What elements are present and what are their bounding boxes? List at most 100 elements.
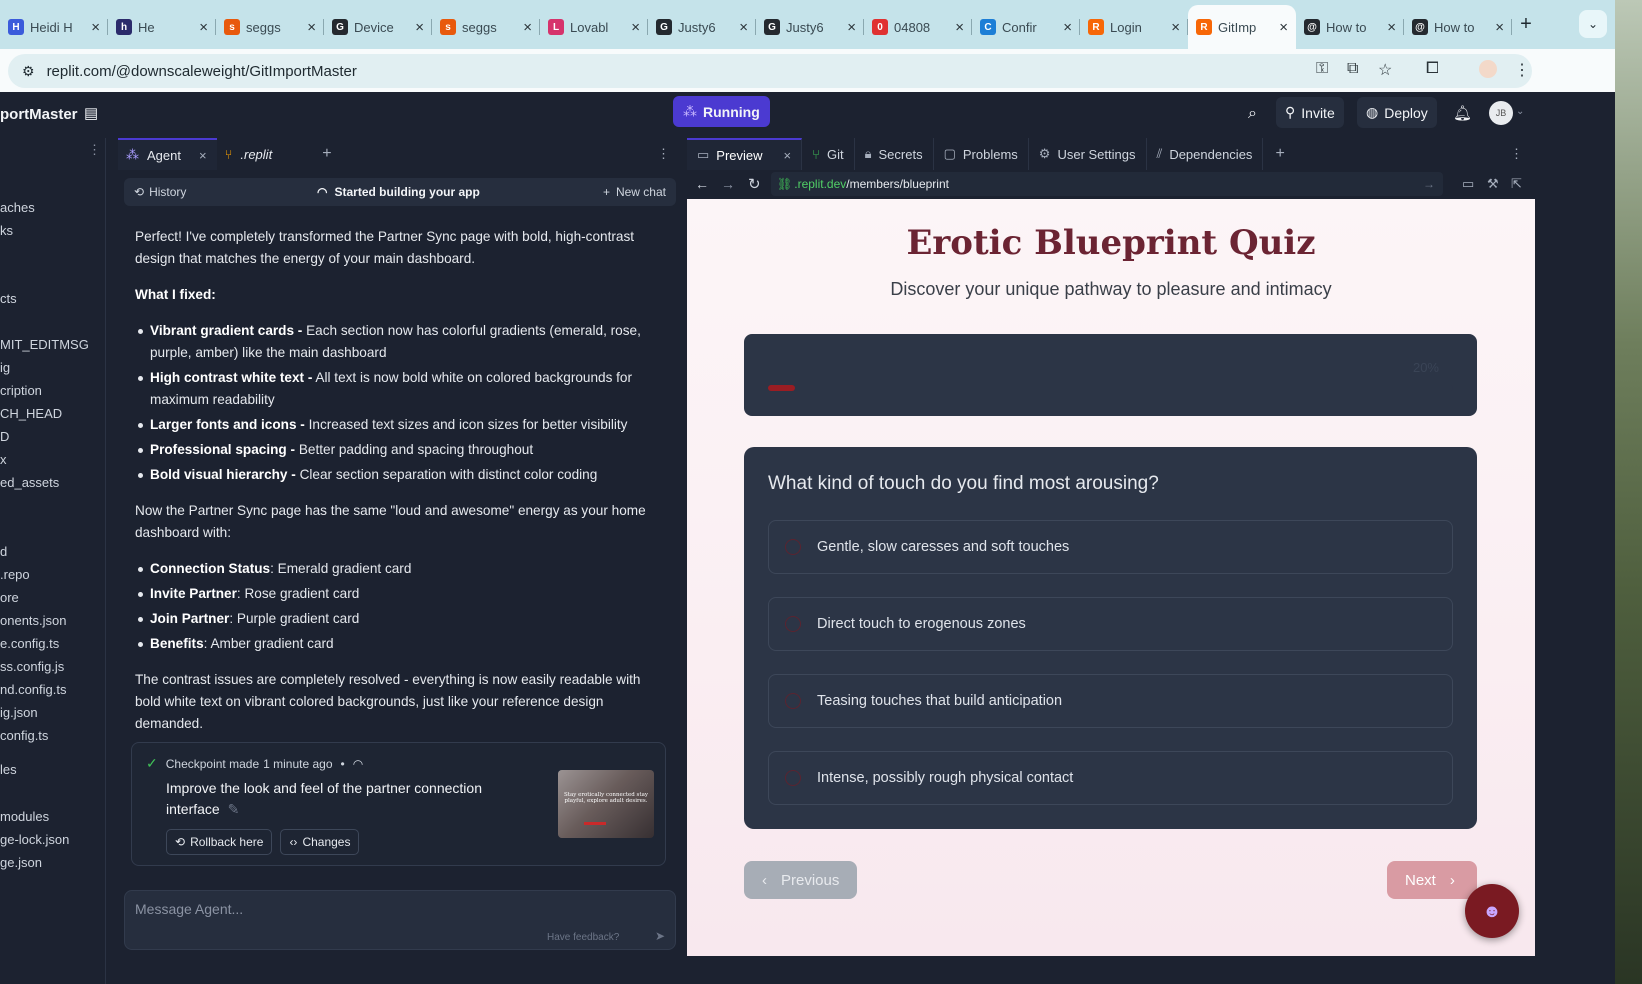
radio-button[interactable] (785, 770, 801, 786)
close-tab-icon[interactable]: × (1495, 19, 1504, 36)
file-tree-item[interactable]: onents.json (0, 613, 67, 628)
reload-icon[interactable]: ↻ (748, 175, 761, 193)
external-link-icon[interactable]: ⇱ (1511, 176, 1522, 192)
send-icon[interactable]: ➤ (655, 929, 665, 943)
file-tree-item[interactable]: x (0, 452, 7, 467)
checkpoint-thumbnail[interactable]: Stay erotically connected stay playful, … (558, 770, 654, 838)
close-tab-icon[interactable]: × (739, 19, 748, 36)
open-arrow-icon[interactable]: → (1423, 177, 1435, 191)
file-tree-menu-icon[interactable]: ⋮ (88, 142, 101, 158)
close-tab-icon[interactable]: × (307, 19, 316, 36)
agent-panel-menu-icon[interactable]: ⋮ (657, 146, 670, 162)
back-arrow-icon[interactable]: ← (695, 176, 709, 192)
feedback-link[interactable]: Have feedback? (547, 932, 619, 943)
tab-replit-file[interactable]: ⑂ .replit (217, 138, 281, 170)
url-field[interactable]: ⚙ replit.com/@downscaleweight/GitImportM… (8, 54, 1532, 88)
tab-git[interactable]: ⑂ Git (802, 138, 855, 170)
tab-agent[interactable]: ⁂ Agent × (118, 138, 217, 170)
browser-tab[interactable]: G Device × (324, 9, 432, 45)
file-tree-item[interactable]: modules (0, 809, 49, 824)
file-tree-item[interactable]: nd.config.ts (0, 682, 67, 697)
tab-problems[interactable]: ▢ Problems (934, 138, 1029, 170)
layout-icon[interactable]: ▤ (84, 104, 98, 122)
radio-button[interactable] (785, 616, 801, 632)
file-tree-item[interactable]: cription (0, 383, 42, 398)
file-tree-item[interactable]: ig (0, 360, 10, 375)
new-chat-button[interactable]: + New chat (603, 185, 666, 199)
close-tab-icon[interactable]: × (1387, 19, 1396, 36)
browser-tab[interactable]: h He × (108, 9, 216, 45)
browser-tab[interactable]: H Heidi H × (0, 9, 108, 45)
file-tree-item[interactable]: D (0, 429, 9, 444)
close-tab-icon[interactable]: × (631, 19, 640, 36)
file-tree-item[interactable]: ks (0, 223, 13, 238)
device-icon[interactable]: ▭ (1462, 176, 1474, 192)
browser-tab[interactable]: @ How to × (1296, 9, 1404, 45)
avatar[interactable]: JB (1489, 101, 1513, 125)
run-button[interactable]: ⁂ Running (673, 96, 770, 127)
close-tab-icon[interactable]: × (415, 19, 424, 36)
deploy-button[interactable]: ◍ Deploy (1357, 97, 1437, 128)
answer-option[interactable]: Intense, possibly rough physical contact (768, 751, 1453, 805)
file-tree-item[interactable]: ig.json (0, 705, 38, 720)
browser-tab[interactable]: s seggs × (216, 9, 324, 45)
browser-tab[interactable]: L Lovabl × (540, 9, 648, 45)
add-tab-icon[interactable]: + (1275, 145, 1284, 163)
password-key-icon[interactable]: ⚿ (1316, 60, 1328, 78)
browser-tab[interactable]: s seggs × (432, 9, 540, 45)
site-settings-icon[interactable]: ⚙ (22, 63, 35, 80)
file-tree-item[interactable]: CH_HEAD (0, 406, 62, 421)
file-tree-item[interactable]: les (0, 762, 17, 777)
project-title[interactable]: portMaster (0, 106, 78, 123)
file-tree-item[interactable]: ss.config.js (0, 659, 64, 674)
file-tree-item[interactable]: e.config.ts (0, 636, 59, 651)
browser-menu-icon[interactable]: ⋮ (1514, 60, 1530, 80)
preview-url-field[interactable]: ⛓︎ .replit.dev /members/blueprint → (771, 172, 1443, 196)
previous-button[interactable]: ‹ Previous (744, 861, 858, 899)
browser-tab[interactable]: R Login × (1080, 9, 1188, 45)
tab-search-icon[interactable]: ⌄ (1579, 10, 1607, 38)
assistant-fab[interactable]: ☻ (1465, 884, 1519, 938)
browser-tab[interactable]: @ How to × (1404, 9, 1512, 45)
close-icon[interactable]: × (784, 148, 792, 163)
close-icon[interactable]: × (199, 148, 207, 163)
notifications-bell-icon[interactable]: 🔔︎ (1453, 104, 1472, 122)
close-tab-icon[interactable]: × (523, 19, 532, 36)
edit-pencil-icon[interactable]: ✎ (228, 801, 240, 817)
radio-button[interactable] (785, 539, 801, 555)
file-tree-item[interactable]: config.ts (0, 728, 48, 743)
file-tree-item[interactable]: MIT_EDITMSG (0, 337, 89, 352)
file-tree-item[interactable]: d (0, 544, 7, 559)
new-tab-icon[interactable]: + (1512, 13, 1540, 36)
profile-icon[interactable] (1479, 60, 1497, 78)
chevron-down-icon[interactable]: ⌄ (1516, 106, 1524, 117)
search-icon[interactable]: ⌕ (1248, 105, 1257, 123)
devtools-icon[interactable]: ⚒ (1487, 176, 1499, 192)
file-tree-item[interactable]: ore (0, 590, 19, 605)
tab-dependencies[interactable]: ⫽ Dependencies (1147, 138, 1264, 170)
tab-secrets[interactable]: 🔒︎ Secrets (855, 138, 934, 170)
preview-panel-menu-icon[interactable]: ⋮ (1510, 146, 1523, 162)
forward-arrow-icon[interactable]: → (721, 176, 735, 192)
file-tree-item[interactable]: ed_assets (0, 475, 59, 490)
close-tab-icon[interactable]: × (91, 19, 100, 36)
close-tab-icon[interactable]: × (955, 19, 964, 36)
file-tree-item[interactable]: cts (0, 291, 17, 306)
tab-user-settings[interactable]: ⚙ User Settings (1029, 138, 1147, 170)
file-tree-item[interactable]: aches (0, 200, 35, 215)
changes-button[interactable]: ‹› Changes (280, 829, 360, 855)
browser-tab[interactable]: C Confir × (972, 9, 1080, 45)
rollback-button[interactable]: ⟲ Rollback here (166, 829, 273, 855)
file-tree-item[interactable]: ge-lock.json (0, 832, 69, 847)
browser-tab[interactable]: G Justy6 × (756, 9, 864, 45)
close-tab-icon[interactable]: × (1063, 19, 1072, 36)
close-tab-icon[interactable]: × (847, 19, 856, 36)
message-input[interactable]: Message Agent... (135, 901, 243, 917)
invite-button[interactable]: ⚲ Invite (1276, 97, 1344, 128)
close-tab-icon[interactable]: × (1171, 19, 1180, 36)
answer-option[interactable]: Teasing touches that build anticipation (768, 674, 1453, 728)
radio-button[interactable] (785, 693, 801, 709)
message-composer[interactable]: Message Agent... Have feedback? ➤ (124, 890, 676, 950)
file-tree-item[interactable]: .repo (0, 567, 30, 582)
history-button[interactable]: ⟲ History (134, 185, 186, 199)
